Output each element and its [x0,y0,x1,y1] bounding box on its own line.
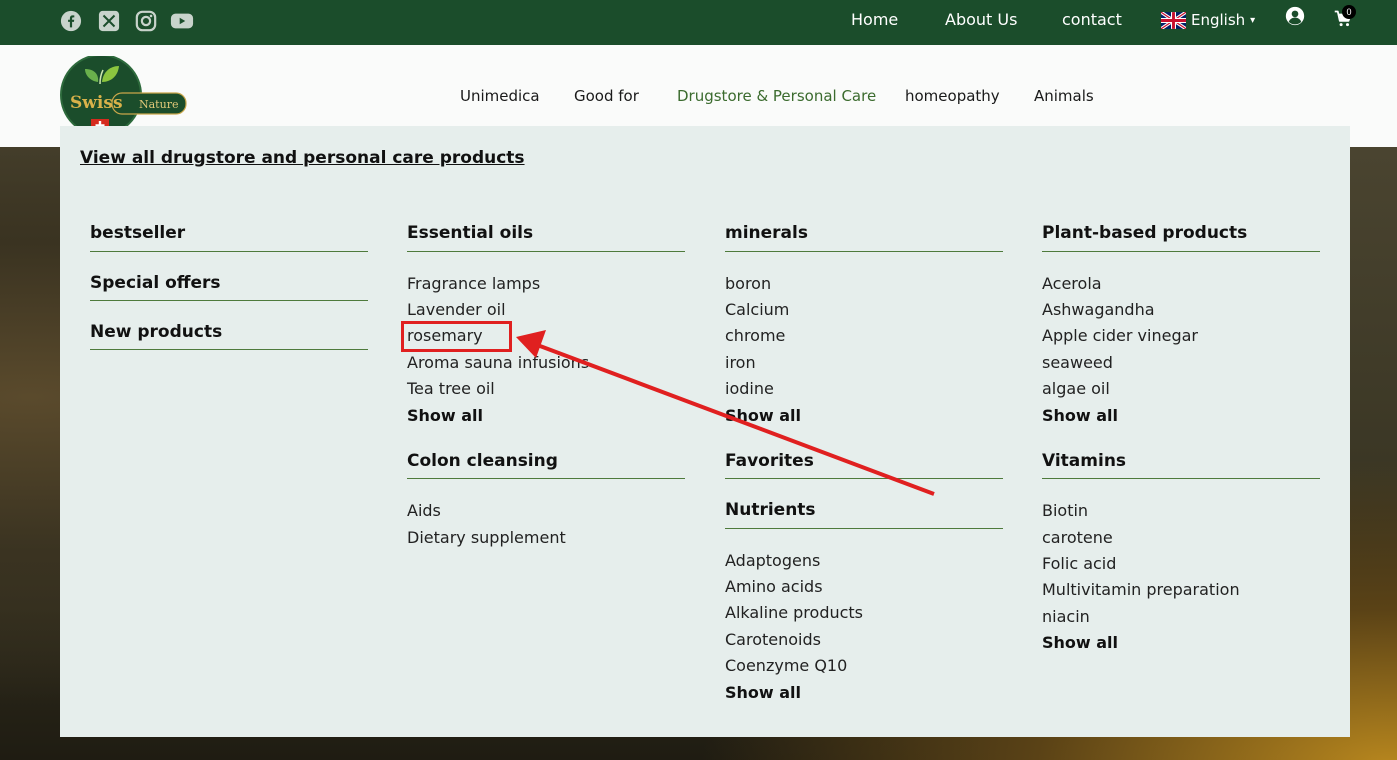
category-vitamins[interactable]: Vitamins [1042,451,1126,471]
mega-menu-panel [60,126,1350,737]
menu-item-seaweed[interactable]: seaweed [1042,353,1113,372]
x-twitter-icon[interactable] [97,9,121,33]
uk-flag-icon [1161,11,1186,29]
menu-item-aids[interactable]: Aids [407,501,441,520]
menu-item-folic-acid[interactable]: Folic acid [1042,554,1116,573]
mainnav-good-for[interactable]: Good for [574,87,639,105]
category-favorites[interactable]: Favorites [725,451,814,471]
menu-item-amino-acids[interactable]: Amino acids [725,577,823,596]
menu-item-ashwagandha[interactable]: Ashwagandha [1042,300,1155,319]
nav-contact[interactable]: contact [1062,10,1122,29]
divider [1042,478,1320,479]
instagram-icon[interactable] [134,9,158,33]
swiss-nature-logo[interactable]: Swiss Nature [60,56,188,132]
divider [725,478,1003,479]
category-special-offers[interactable]: Special offers [90,273,221,293]
divider [725,528,1003,529]
menu-item-calcium[interactable]: Calcium [725,300,789,319]
logo-sub-text: Nature [139,98,178,111]
menu-item-iodine[interactable]: iodine [725,379,774,398]
menu-item-iron[interactable]: iron [725,353,756,372]
youtube-icon[interactable] [170,9,194,33]
menu-item-alkaline-products[interactable]: Alkaline products [725,603,863,622]
menu-item-chrome[interactable]: chrome [725,326,785,345]
nav-about-us[interactable]: About Us [945,10,1017,29]
show-all-vitamins[interactable]: Show all [1042,633,1118,652]
category-bestseller[interactable]: bestseller [90,223,185,243]
menu-item-niacin[interactable]: niacin [1042,607,1090,626]
menu-item-adaptogens[interactable]: Adaptogens [725,551,820,570]
facebook-icon[interactable] [59,9,83,33]
category-colon-cleansing[interactable]: Colon cleansing [407,451,558,471]
mainnav-drugstore[interactable]: Drugstore & Personal Care [677,87,876,105]
menu-item-multivitamin[interactable]: Multivitamin preparation [1042,580,1240,599]
menu-item-coenzyme-q10[interactable]: Coenzyme Q10 [725,656,847,675]
mainnav-animals[interactable]: Animals [1034,87,1094,105]
divider [1042,251,1320,252]
divider [90,349,368,350]
mainnav-unimedica[interactable]: Unimedica [460,87,540,105]
menu-item-dietary-supplement[interactable]: Dietary supplement [407,528,566,547]
menu-item-tea-tree-oil[interactable]: Tea tree oil [407,379,495,398]
category-nutrients[interactable]: Nutrients [725,500,816,520]
show-all-plant-based[interactable]: Show all [1042,406,1118,425]
menu-item-boron[interactable]: boron [725,274,771,293]
top-bar: Home About Us contact English ▾ 0 [0,0,1397,45]
language-label: English [1191,11,1246,29]
menu-item-lavender-oil[interactable]: Lavender oil [407,300,506,319]
view-all-link[interactable]: View all drugstore and personal care pro… [80,148,525,168]
show-all-minerals[interactable]: Show all [725,406,801,425]
divider [407,251,685,252]
chevron-down-icon: ▾ [1250,14,1256,26]
show-all-nutrients[interactable]: Show all [725,683,801,702]
category-essential-oils[interactable]: Essential oils [407,223,533,243]
menu-item-carotene[interactable]: carotene [1042,528,1113,547]
mainnav-homeopathy[interactable]: homeopathy [905,87,1000,105]
divider [725,251,1003,252]
category-minerals[interactable]: minerals [725,223,808,243]
logo-brand-text: Swiss [70,93,123,113]
divider [90,300,368,301]
category-plant-based-products[interactable]: Plant-based products [1042,223,1247,243]
account-icon[interactable] [1285,6,1305,26]
show-all-essential-oils[interactable]: Show all [407,406,483,425]
cart-count-badge: 0 [1342,5,1356,19]
divider [90,251,368,252]
menu-item-fragrance-lamps[interactable]: Fragrance lamps [407,274,540,293]
category-new-products[interactable]: New products [90,322,222,342]
menu-item-apple-cider-vinegar[interactable]: Apple cider vinegar [1042,326,1198,345]
menu-item-aroma-sauna[interactable]: Aroma sauna infusions [407,353,589,372]
menu-item-algae-oil[interactable]: algae oil [1042,379,1110,398]
language-selector[interactable]: English ▾ [1161,11,1255,29]
menu-item-carotenoids[interactable]: Carotenoids [725,630,821,649]
menu-item-biotin[interactable]: Biotin [1042,501,1088,520]
nav-home[interactable]: Home [851,10,898,29]
highlight-box [401,321,512,352]
divider [407,478,685,479]
menu-item-acerola[interactable]: Acerola [1042,274,1102,293]
